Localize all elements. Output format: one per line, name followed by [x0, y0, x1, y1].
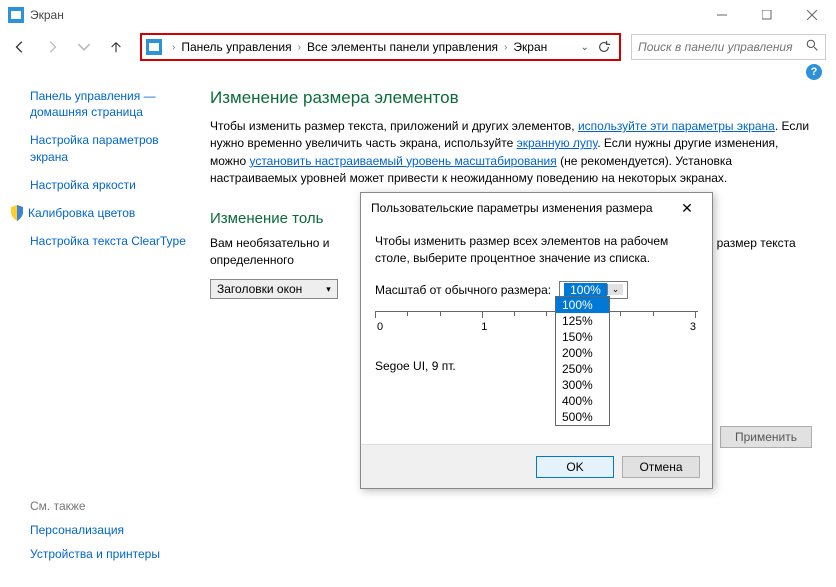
titlebar: Экран: [0, 0, 836, 30]
sidebar-item-display-settings[interactable]: Настройка параметров экрана: [30, 132, 188, 164]
dropdown-option[interactable]: 500%: [556, 409, 609, 425]
link-display-params[interactable]: используйте эти параметры экрана: [578, 119, 775, 133]
dropdown-option[interactable]: 250%: [556, 361, 609, 377]
search-icon[interactable]: [806, 39, 819, 55]
search-box[interactable]: [631, 34, 826, 60]
shield-icon: [10, 205, 24, 221]
ruler-preview[interactable]: 0 1 2 3: [375, 311, 698, 351]
refresh-button[interactable]: [593, 40, 615, 54]
sidebar-home-link[interactable]: Панель управления — домашняя страница: [30, 88, 188, 120]
breadcrumb-item[interactable]: Панель управления: [181, 40, 291, 54]
window-title: Экран: [30, 8, 64, 22]
intro-paragraph: Чтобы изменить размер текста, приложений…: [210, 118, 816, 188]
breadcrumb-item[interactable]: Экран: [513, 40, 547, 54]
chevron-right-icon: ›: [298, 42, 301, 53]
back-button[interactable]: [6, 34, 34, 60]
scale-dropdown-list[interactable]: 100% 125% 150% 200% 250% 300% 400% 500%: [555, 296, 610, 426]
dropdown-option[interactable]: 125%: [556, 313, 609, 329]
sidebar-item-calibrate[interactable]: Калибровка цветов: [28, 205, 135, 221]
apply-button[interactable]: Применить: [720, 426, 812, 448]
chevron-right-icon: ›: [504, 42, 507, 53]
chevron-right-icon: ›: [172, 42, 175, 53]
dialog-instruction: Чтобы изменить размер всех элементов на …: [375, 233, 698, 267]
sidebar-item-brightness[interactable]: Настройка яркости: [30, 177, 188, 193]
dropdown-option[interactable]: 150%: [556, 329, 609, 345]
display-icon: [146, 39, 162, 55]
cancel-button[interactable]: Отмена: [622, 456, 700, 478]
see-also-link-personalization[interactable]: Персонализация: [30, 523, 160, 537]
see-also-title: См. также: [30, 499, 160, 513]
see-also-section: См. также Персонализация Устройства и пр…: [30, 499, 160, 571]
forward-button[interactable]: [38, 34, 66, 60]
see-also-link-devices[interactable]: Устройства и принтеры: [30, 547, 160, 561]
display-icon: [8, 7, 24, 23]
custom-scaling-dialog: Пользовательские параметры изменения раз…: [360, 192, 713, 489]
dialog-close-button[interactable]: ✕: [672, 200, 702, 217]
scale-label: Масштаб от обычного размера:: [375, 283, 551, 297]
dialog-titlebar[interactable]: Пользовательские параметры изменения раз…: [361, 193, 712, 223]
ok-button[interactable]: OK: [536, 456, 614, 478]
nav-row: › Панель управления › Все элементы панел…: [0, 30, 836, 64]
link-magnifier[interactable]: экранную лупу: [517, 136, 598, 150]
search-input[interactable]: [638, 40, 806, 54]
chevron-down-icon: ▾: [326, 284, 331, 295]
help-icon[interactable]: ?: [806, 64, 822, 80]
dropdown-option[interactable]: 200%: [556, 345, 609, 361]
up-button[interactable]: [102, 34, 130, 60]
dropdown-option[interactable]: 400%: [556, 393, 609, 409]
breadcrumb-item[interactable]: Все элементы панели управления: [307, 40, 498, 54]
font-sample: Segoe UI, 9 пт.: [375, 359, 698, 373]
close-button[interactable]: [789, 0, 834, 30]
breadcrumb-dropdown[interactable]: ⌄: [577, 42, 593, 53]
link-custom-scaling[interactable]: установить настраиваемый уровень масштаб…: [249, 154, 556, 168]
recent-dropdown[interactable]: [70, 34, 98, 60]
minimize-button[interactable]: [699, 0, 744, 30]
sidebar-item-cleartype[interactable]: Настройка текста ClearType: [30, 233, 188, 249]
element-type-combo[interactable]: Заголовки окон▾: [210, 279, 338, 299]
sidebar: Панель управления — домашняя страница На…: [0, 88, 200, 299]
breadcrumb[interactable]: › Панель управления › Все элементы панел…: [140, 33, 621, 61]
dropdown-option[interactable]: 100%: [556, 297, 609, 313]
dialog-title-text: Пользовательские параметры изменения раз…: [371, 201, 653, 215]
maximize-button[interactable]: [744, 0, 789, 30]
dropdown-option[interactable]: 300%: [556, 377, 609, 393]
chevron-down-icon: ⌄: [607, 284, 624, 295]
page-heading: Изменение размера элементов: [210, 88, 816, 108]
